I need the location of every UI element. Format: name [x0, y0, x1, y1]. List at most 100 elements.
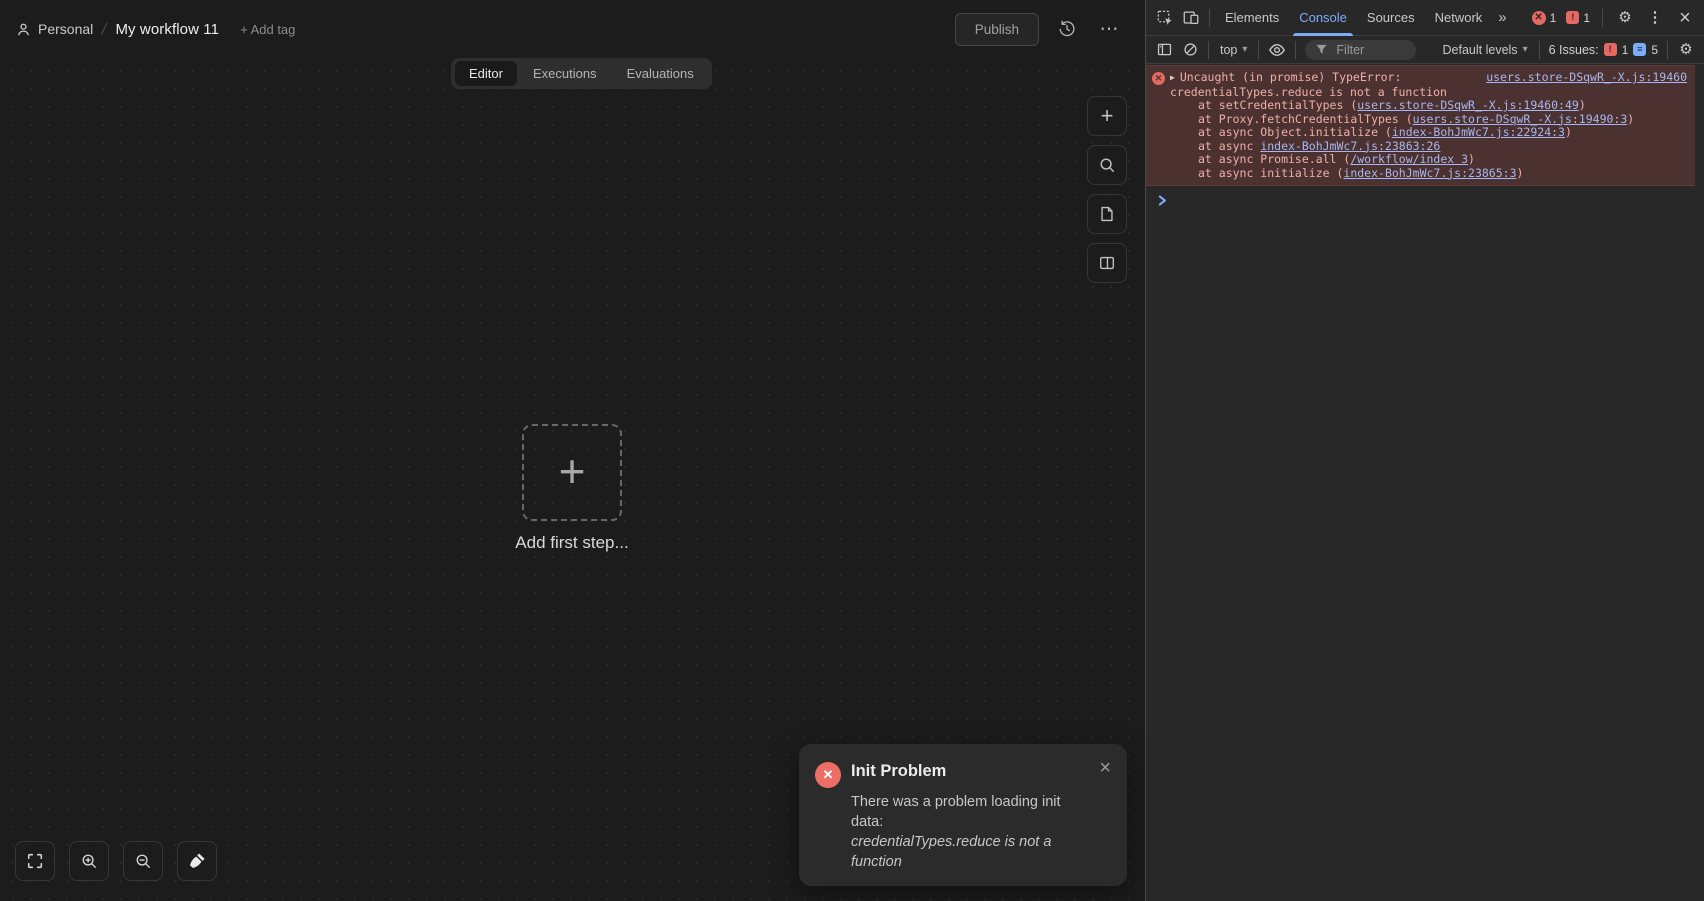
close-icon: ×: [1099, 757, 1111, 779]
stack-frame-link[interactable]: index-BohJmWc7.js:22924:3: [1392, 125, 1565, 139]
console-toolbar: top ▾ Default levels ▾ 6: [1146, 36, 1704, 64]
devtools-panel: Elements Console Sources Network » ✕ 1 !…: [1145, 0, 1704, 901]
circle-slash-icon: [1182, 41, 1199, 58]
error-count-badge[interactable]: ✕ 1: [1529, 10, 1560, 25]
screen: Personal / My workflow 11 + Add tag Publ…: [0, 0, 1704, 901]
log-levels-select[interactable]: Default levels ▾: [1437, 43, 1534, 57]
tab-executions[interactable]: Executions: [519, 61, 611, 86]
file-icon: [1098, 205, 1116, 223]
devtools-top-right: ✕ 1 ! 1 ⚙ ⋮ ×: [1529, 5, 1698, 31]
history-icon: [1058, 20, 1076, 38]
toast-message: There was a problem loading init data:: [851, 794, 1061, 830]
error-message: users.store-DSqwR_-X.js:19460 ▶ Uncaught …: [1170, 70, 1687, 180]
divider: [1258, 40, 1260, 59]
clear-console-button[interactable]: [1177, 37, 1203, 63]
search-icon: [1098, 156, 1116, 174]
zoom-out-button[interactable]: [123, 841, 163, 881]
workflow-title[interactable]: My workflow 11: [115, 21, 219, 38]
stack-frame: at async Promise.all (/workflow/index 3): [1198, 152, 1475, 166]
issues-counter[interactable]: 6 Issues: ! 1 ≡ 5: [1545, 43, 1662, 57]
fit-view-button[interactable]: [15, 841, 55, 881]
stack-frame-link[interactable]: users.store-DSqwR_-X.js:19460:49: [1357, 98, 1579, 112]
add-node-button[interactable]: +: [1087, 96, 1127, 136]
issue-error-icon: !: [1603, 43, 1617, 56]
close-icon: ×: [1679, 6, 1691, 29]
sticky-note-button[interactable]: [1087, 194, 1127, 234]
editor-header: Personal / My workflow 11 + Add tag Publ…: [0, 0, 1145, 58]
devtools-tab-sources[interactable]: Sources: [1357, 0, 1425, 36]
execution-context-select[interactable]: top ▾: [1214, 43, 1253, 57]
expand-triangle-icon[interactable]: ▶: [1170, 71, 1175, 85]
console-sidebar-toggle-button[interactable]: [1151, 37, 1177, 63]
stack-frame-link[interactable]: users.store-DSqwR_-X.js:19490:3: [1413, 112, 1628, 126]
console-settings-button[interactable]: ⚙: [1673, 37, 1699, 63]
workflow-menu-button[interactable]: ⋯: [1095, 15, 1123, 43]
devtools-tab-elements[interactable]: Elements: [1215, 0, 1289, 36]
add-tag-button[interactable]: + Add tag: [240, 22, 295, 37]
stack-trace: at setCredentialTypes (users.store-DSqwR…: [1170, 98, 1687, 180]
devtools-menu-button[interactable]: ⋮: [1642, 5, 1668, 31]
device-toolbar-button[interactable]: [1178, 5, 1204, 31]
devtools-tab-console[interactable]: Console: [1289, 0, 1357, 36]
divider: [1538, 40, 1540, 59]
divider: [1602, 8, 1603, 27]
live-expression-button[interactable]: [1264, 37, 1290, 63]
toast-body: There was a problem loading init data: c…: [851, 792, 1089, 872]
stack-frame-link[interactable]: index-BohJmWc7.js:23865:3: [1343, 166, 1516, 180]
more-tabs-icon[interactable]: »: [1492, 9, 1512, 26]
project-name: Personal: [38, 21, 94, 37]
chevron-down-icon: ▾: [1522, 44, 1528, 55]
devtools-close-button[interactable]: ×: [1672, 5, 1698, 31]
toast-detail: credentialTypes.reduce is not a function: [851, 834, 1052, 870]
plus-icon: +: [558, 444, 586, 497]
tab-evaluations[interactable]: Evaluations: [613, 61, 708, 86]
error-circle-icon: ✕: [1531, 10, 1546, 25]
zoom-in-button[interactable]: [69, 841, 109, 881]
canvas-right-rail: +: [1087, 96, 1127, 283]
toggle-panel-button[interactable]: [1087, 243, 1127, 283]
breadcrumb-separator: /: [100, 20, 109, 38]
console-error-entry[interactable]: ✕ users.store-DSqwR_-X.js:19460 ▶ Uncaugh…: [1146, 65, 1695, 186]
add-first-step-box[interactable]: +: [522, 424, 622, 521]
console-filter[interactable]: [1305, 39, 1417, 60]
devtools-settings-button[interactable]: ⚙: [1612, 5, 1638, 31]
broom-icon: [188, 852, 206, 870]
zoom-out-icon: [134, 852, 152, 870]
inspect-element-button[interactable]: [1152, 5, 1178, 31]
stack-frame: at Proxy.fetchCredentialTypes (users.sto…: [1198, 111, 1635, 126]
person-icon: [16, 22, 31, 37]
devtools-tab-bar: Elements Console Sources Network » ✕ 1 !…: [1146, 0, 1704, 36]
devtools-tab-network[interactable]: Network: [1425, 0, 1493, 36]
stack-frame-link[interactable]: /workflow/index 3: [1350, 152, 1468, 166]
filter-input[interactable]: [1334, 41, 1407, 58]
stack-frame: at async index-BohJmWc7.js:23863:26: [1198, 138, 1441, 153]
workflow-history-button[interactable]: [1053, 15, 1081, 43]
tab-editor[interactable]: Editor: [455, 61, 517, 86]
eye-icon: [1268, 41, 1286, 59]
divider: [1209, 8, 1210, 27]
split-panel-icon: [1098, 254, 1116, 272]
inspect-cursor-icon: [1156, 9, 1174, 27]
stack-frame: at async initialize (index-BohJmWc7.js:2…: [1198, 165, 1524, 180]
error-source-link[interactable]: users.store-DSqwR_-X.js:19460: [1486, 70, 1687, 85]
toast-close-button[interactable]: ×: [1095, 754, 1115, 782]
stack-frame-link[interactable]: index-BohJmWc7.js:23863:26: [1260, 139, 1440, 153]
gear-icon: ⚙: [1679, 41, 1693, 58]
search-nodes-button[interactable]: [1087, 145, 1127, 185]
issue-info-icon: ≡: [1633, 43, 1647, 56]
tidy-up-button[interactable]: [177, 841, 217, 881]
device-toolbar-icon: [1182, 9, 1200, 27]
prompt-chevron-icon: [1157, 194, 1168, 206]
breadcrumb: Personal / My workflow 11 + Add tag: [16, 21, 295, 38]
kebab-icon: ⋮: [1647, 9, 1663, 26]
divider: [1208, 40, 1209, 59]
chevron-down-icon: ▾: [1242, 44, 1248, 55]
stack-frame: at setCredentialTypes (users.store-DSqwR…: [1198, 98, 1586, 112]
issue-count-badge[interactable]: ! 1: [1563, 11, 1593, 25]
divider: [1667, 40, 1668, 59]
canvas-zoom-controls: [15, 841, 217, 881]
toast-title: Init Problem: [851, 762, 947, 780]
project-breadcrumb[interactable]: Personal: [16, 21, 93, 37]
console-prompt[interactable]: [1146, 186, 1704, 206]
publish-button[interactable]: Publish: [954, 12, 1039, 46]
